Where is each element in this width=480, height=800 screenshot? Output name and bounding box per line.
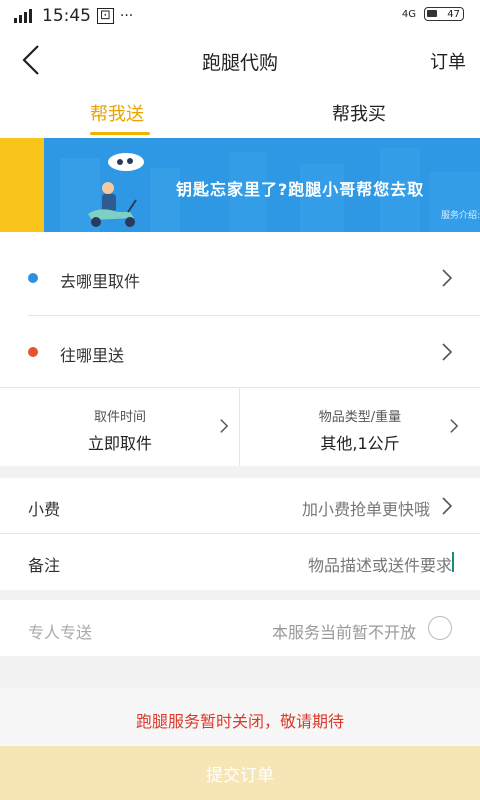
item-type-cell[interactable]: 物品类型/重量 其他,1公斤 <box>240 388 480 466</box>
dedicated-label: 专人专送 <box>28 623 93 642</box>
item-type-value: 其他,1公斤 <box>320 434 400 453</box>
tip-hint: 加小费抢单更快哦 <box>301 500 430 519</box>
status-left: 15:45 ⊡ ··· <box>14 6 133 26</box>
orders-link[interactable]: 订单 <box>430 48 466 74</box>
promo-banner[interactable]: 钥匙忘家里了?跑腿小哥帮您去取 服务介绍: <box>0 138 480 232</box>
tab-bar: 帮我送 帮我买 <box>0 92 480 136</box>
submit-order-button[interactable]: 提交订单 <box>0 746 480 800</box>
tab-send[interactable]: 帮我送 <box>90 100 144 126</box>
active-tab-indicator <box>90 132 150 135</box>
pickup-time-caption: 取件时间 <box>93 410 146 425</box>
courier-scooter-icon <box>78 148 158 228</box>
service-notice-text: 跑腿服务暂时关闭，敬请期待 <box>135 712 344 731</box>
page-title: 跑腿代购 <box>201 52 278 74</box>
item-type-caption: 物品类型/重量 <box>318 410 402 425</box>
order-options: 取件时间 立即取件 物品类型/重量 其他,1公斤 <box>0 388 480 466</box>
pickup-dot-icon <box>28 273 38 283</box>
section-separator <box>0 656 480 688</box>
more-icon: ··· <box>119 8 134 24</box>
section-separator <box>0 590 480 600</box>
pickup-location-row[interactable]: 去哪里取件 <box>0 232 480 316</box>
chevron-right-icon <box>442 497 453 515</box>
banner-headline: 钥匙忘家里了?跑腿小哥帮您去取 <box>176 180 425 199</box>
delivery-location-label: 往哪里送 <box>60 346 125 365</box>
delivery-dot-icon <box>28 347 38 357</box>
chevron-right-icon <box>442 269 453 287</box>
tip-row[interactable]: 小费 加小费抢单更快哦 <box>0 478 480 533</box>
chevron-right-icon <box>220 419 229 433</box>
pickup-time-cell[interactable]: 取件时间 立即取件 <box>0 388 240 466</box>
dedicated-hint: 本服务当前暂不开放 <box>271 623 416 642</box>
tip-label: 小费 <box>28 500 61 519</box>
pickup-location-label: 去哪里取件 <box>60 272 141 291</box>
pickup-time-value: 立即取件 <box>87 434 152 453</box>
delivery-location-row[interactable]: 往哪里送 <box>0 316 480 386</box>
submit-order-label: 提交订单 <box>206 766 274 786</box>
service-notice: 跑腿服务暂时关闭，敬请期待 <box>0 688 480 746</box>
dedicated-delivery-row: 专人专送 本服务当前暂不开放 <box>0 600 480 656</box>
section-separator <box>0 466 480 478</box>
tab-buy[interactable]: 帮我买 <box>332 100 386 126</box>
remark-input[interactable]: 物品描述或送件要求 <box>308 552 452 576</box>
header: 跑腿代购 订单 <box>0 32 480 88</box>
banner-subtext: 服务介绍: <box>440 211 480 221</box>
notification-icon: ⊡ <box>97 8 114 24</box>
status-bar: 15:45 ⊡ ··· 4G 47 <box>0 0 480 32</box>
network-label: 4G <box>401 8 416 20</box>
chevron-right-icon <box>442 343 453 361</box>
text-cursor <box>452 552 454 572</box>
battery-icon: 47 <box>424 7 464 21</box>
remark-row: 备注 物品描述或送件要求 <box>0 534 480 590</box>
remark-label: 备注 <box>28 556 61 575</box>
chevron-right-icon <box>450 419 459 433</box>
status-right: 4G 47 <box>402 7 464 21</box>
status-time: 15:45 <box>42 6 91 26</box>
dedicated-radio[interactable] <box>428 616 452 640</box>
signal-icon <box>14 7 36 26</box>
